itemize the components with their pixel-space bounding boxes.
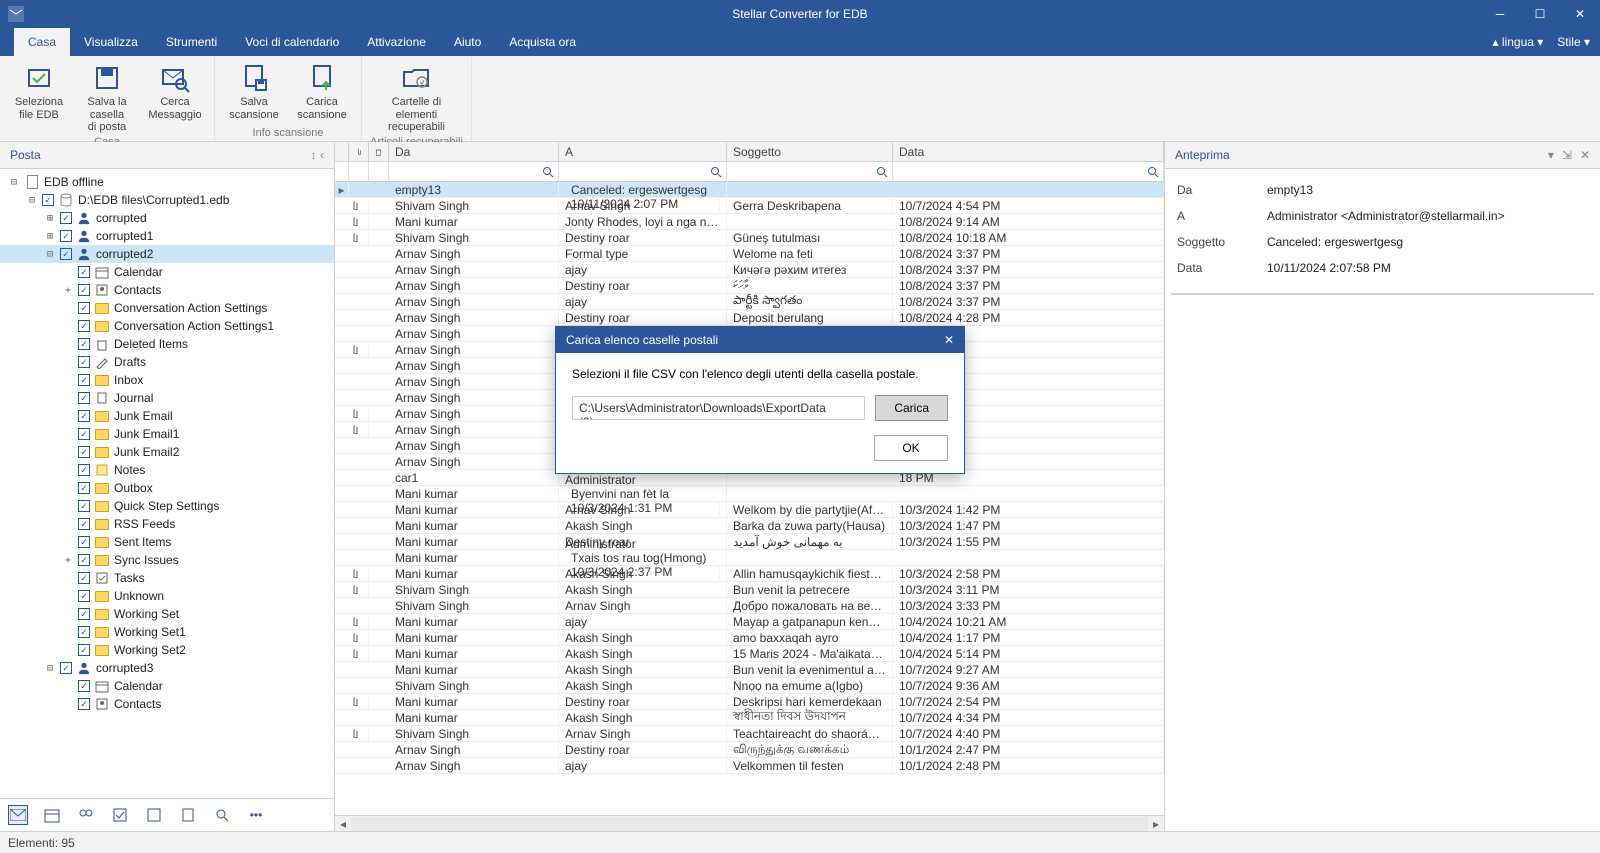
load-mailbox-list-dialog: Carica elenco caselle postali ✕ Selezion…	[555, 326, 965, 474]
dialog-message: Selezioni il file CSV con l'elenco degli…	[572, 367, 948, 381]
dialog-titlebar: Carica elenco caselle postali ✕	[556, 327, 964, 353]
ok-button[interactable]: OK	[874, 435, 948, 461]
dialog-close-icon[interactable]: ✕	[944, 333, 954, 347]
dialog-title-text: Carica elenco caselle postali	[566, 333, 718, 347]
csv-path-input[interactable]: C:\Users\Administrator\Downloads\ExportD…	[572, 396, 865, 420]
load-button[interactable]: Carica	[875, 395, 948, 421]
dialog-backdrop: Carica elenco caselle postali ✕ Selezion…	[0, 0, 1600, 853]
